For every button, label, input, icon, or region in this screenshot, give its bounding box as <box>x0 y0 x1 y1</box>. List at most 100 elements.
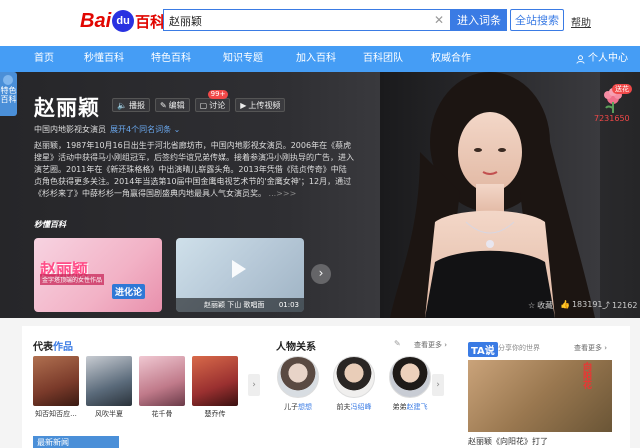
clear-icon[interactable]: ✕ <box>434 13 444 27</box>
search-box: ✕ <box>163 9 451 31</box>
pencil-icon[interactable]: ✎ <box>394 339 401 348</box>
play-icon[interactable] <box>232 260 246 278</box>
video-card[interactable]: 赵丽颖 下山 歌唱面 01:03 <box>176 238 304 312</box>
works-title-b: 作品 <box>53 342 73 353</box>
star-icon: ☆ <box>528 301 536 310</box>
nav-item-personal-center[interactable]: 个人中心 <box>576 46 628 72</box>
relation-role: 弟弟 <box>392 403 407 411</box>
nav-item-partners[interactable]: 权威合作 <box>431 46 471 72</box>
relations-title: 人物关系 <box>276 342 316 353</box>
nav-item-miaodong[interactable]: 秒懂百科 <box>84 46 124 72</box>
relation-label: 前夫冯绍峰 <box>332 402 376 412</box>
nav-item-topics[interactable]: 知识专题 <box>223 46 263 72</box>
work-item[interactable]: 风吹半夏 <box>86 356 132 419</box>
entry-summary: 赵丽颖，1987年10月16日出生于河北省廊坊市，中国内地影视女演员。2006年… <box>34 140 354 200</box>
side-tab-label: 特色 百科 <box>0 86 17 104</box>
work-name: 楚乔传 <box>204 410 226 418</box>
entry-subtitle: 中国内地影视女演员 <box>34 125 106 134</box>
edit-label: 编辑 <box>168 100 185 110</box>
person-name: 赵丽颖 <box>34 96 100 120</box>
work-item[interactable]: 知否知否应... <box>33 356 79 419</box>
work-name: 花千骨 <box>151 410 173 418</box>
nav-item-featured[interactable]: 特色百科 <box>151 46 191 72</box>
ta-says-logo: TA说 <box>468 342 498 357</box>
avatar <box>277 356 319 398</box>
avatar <box>389 356 431 398</box>
relation-item[interactable]: 弟弟赵建飞 <box>388 356 432 412</box>
discuss-button[interactable]: ▢ 讨论 99+ <box>194 90 231 112</box>
relation-name: 冯绍峰 <box>350 403 372 411</box>
video-icon: ▶ <box>240 100 247 110</box>
work-item[interactable]: 花千骨 <box>139 356 185 419</box>
work-poster <box>192 356 238 406</box>
entry-tools: 🔈 播报 ✎ 编辑 ▢ 讨论 99+ ▶ 上传视频 <box>112 90 286 112</box>
work-name: 风吹半夏 <box>95 410 123 418</box>
ta-article-caption[interactable]: 赵丽颖《向阳花》打了 <box>468 436 548 447</box>
expand-homonyms-link[interactable]: 展开4个同名词条 ⌄ <box>110 124 180 135</box>
relation-label: 弟弟赵建飞 <box>388 402 432 412</box>
nav-item-home[interactable]: 首页 <box>34 46 54 72</box>
upload-video-button[interactable]: ▶ 上传视频 <box>235 98 286 112</box>
send-flower-tag[interactable]: 送花 <box>612 84 632 94</box>
logo-paw-icon: du <box>112 10 135 32</box>
chevron-down-icon: ⌄ <box>173 125 181 134</box>
relations-list: 儿子想想 前夫冯绍峰 弟弟赵建飞 <box>276 356 432 412</box>
pencil-icon: ✎ <box>159 100 167 110</box>
relation-role: 前夫 <box>336 403 351 411</box>
help-link[interactable]: 帮助 <box>571 14 591 29</box>
expand-homonyms-label: 展开4个同名词条 <box>110 125 172 134</box>
chat-icon: ▢ <box>199 100 208 110</box>
share-count: 12162 <box>612 301 638 310</box>
logo-bai: Bai <box>80 9 112 32</box>
like-count: 183191 <box>571 300 603 309</box>
ta-poster-title: 向阳花 <box>581 362 591 389</box>
like-button[interactable]: 👍 183191 <box>560 300 603 309</box>
edit-button[interactable]: ✎ 编辑 <box>154 98 190 112</box>
summary-more-link[interactable]: ...>>> <box>269 189 297 198</box>
discuss-count-badge: 99+ <box>207 90 229 99</box>
video-tag: 进化论 <box>112 284 146 299</box>
thumb-up-icon: 👍 <box>560 300 570 309</box>
summary-text: 赵丽颖，1987年10月16日出生于河北省廊坊市，中国内地影视女演员。2006年… <box>34 141 354 198</box>
speaker-icon: 🔈 <box>117 100 127 110</box>
play-audio-button[interactable]: 🔈 播报 <box>112 98 150 112</box>
chevron-right-icon: › <box>318 266 324 280</box>
relation-item[interactable]: 前夫冯绍峰 <box>332 356 376 412</box>
baike-page: Bai du 百科 ✕ 进入词条 全站搜索 帮助 首页 秒懂百科 特色百科 知识… <box>0 0 640 448</box>
featured-baike-side-tab[interactable]: 特色 百科 <box>0 72 17 116</box>
relations-see-more-link[interactable]: 查看更多 › <box>414 340 447 350</box>
video-card[interactable]: 赵丽颖 金字塔顶端的女性作品 进化论 <box>34 238 162 312</box>
full-site-search-button[interactable]: 全站搜索 <box>510 9 564 31</box>
discuss-label: 讨论 <box>209 100 226 110</box>
nav-item-join[interactable]: 加入百科 <box>296 46 336 72</box>
works-title-a: 代表 <box>33 342 53 353</box>
work-item[interactable]: 楚乔传 <box>192 356 238 419</box>
portrait-photo <box>380 72 600 318</box>
favorite-button[interactable]: ☆ 收藏 <box>528 300 553 311</box>
relation-name: 想想 <box>298 403 312 411</box>
work-name: 知否知否应... <box>35 410 77 418</box>
relations-next-button[interactable]: › <box>432 374 444 396</box>
works-list: 知否知否应... 风吹半夏 花千骨 楚乔传 <box>33 356 238 419</box>
baidu-baike-logo[interactable]: Bai du 百科 <box>80 8 165 34</box>
work-poster <box>33 356 79 406</box>
works-next-button[interactable]: › <box>248 374 260 396</box>
relation-item[interactable]: 儿子想想 <box>276 356 320 412</box>
favorite-label: 收藏 <box>537 301 554 310</box>
flower-count: 7231650 <box>594 114 630 123</box>
nav-item-team[interactable]: 百科团队 <box>363 46 403 72</box>
user-icon <box>576 54 585 64</box>
search-input[interactable] <box>164 11 450 31</box>
video-duration: 01:03 <box>278 301 299 309</box>
latest-news-tab[interactable]: 最新新闻 <box>33 436 119 448</box>
video-subtitle: 金字塔顶端的女性作品 <box>40 274 105 285</box>
relation-label: 儿子想想 <box>276 402 320 412</box>
next-video-button[interactable]: › <box>311 264 331 284</box>
share-button[interactable]: ⤴ 12162 <box>602 300 637 311</box>
ta-says-panel: TA说 分享你的世界 查看更多 › 向阳花 赵丽颖《向阳花》打了 <box>468 342 612 448</box>
relations-see-more-label: 查看更多 <box>414 341 442 349</box>
ta-see-more-link[interactable]: 查看更多 › <box>574 343 607 353</box>
enter-entry-button[interactable]: 进入词条 <box>451 9 507 31</box>
personal-center-label: 个人中心 <box>588 53 628 64</box>
chevron-right-icon: › <box>436 380 440 390</box>
